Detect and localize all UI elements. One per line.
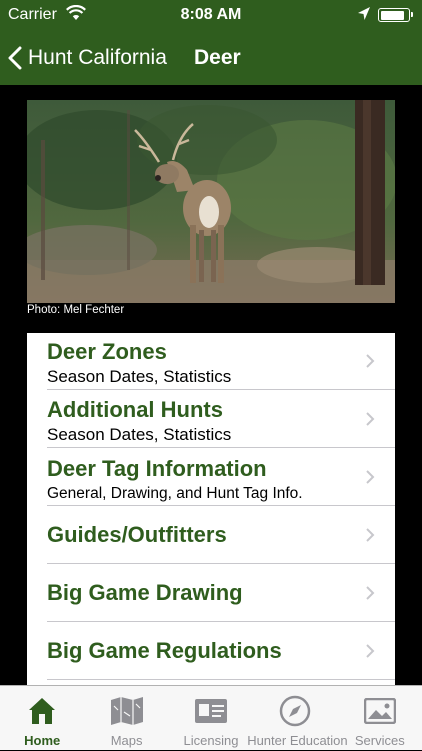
tab-services[interactable]: Services [338,686,422,751]
tab-label: Licensing [183,733,239,748]
menu-item-subtitle: Season Dates, Statistics [47,425,232,444]
menu-item-title: Big Game Regulations [47,638,282,663]
tab-hunter-education[interactable]: Hunter Education [247,686,348,751]
chevron-left-icon [8,46,22,70]
location-arrow-icon [358,7,370,26]
tab-label: Maps [110,733,143,748]
menu-item-title: Deer Tag Information [47,456,267,481]
menu-item-subtitle: Season Dates, Statistics [47,367,232,386]
tab-home[interactable]: Home [0,686,84,751]
tab-licensing[interactable]: Licensing [169,686,253,751]
navigation-bar: Hunt California Deer [0,30,422,85]
map-icon [84,694,168,728]
deer-photo [27,100,395,303]
battery-level [380,10,404,20]
tab-maps[interactable]: Maps [84,686,168,751]
menu-item-title: Guides/Outfitters [47,522,227,547]
tab-bar: Home Maps Licensing Hunter Education Ser… [0,685,422,750]
chevron-right-icon [366,470,375,484]
deer-menu-list: Deer Zones Season Dates, Statistics Addi… [27,333,395,685]
menu-item-guides-outfitters[interactable]: Guides/Outfitters [27,506,395,564]
menu-item-title: Deer Zones [47,339,167,364]
menu-item-deer-zones[interactable]: Deer Zones Season Dates, Statistics [27,333,395,390]
battery-nub [411,12,413,17]
menu-item-deer-tag-information[interactable]: Deer Tag Information General, Drawing, a… [27,448,395,506]
chevron-right-icon [366,586,375,600]
menu-item-title: Big Game Drawing [47,580,243,605]
divider [47,679,395,680]
back-button[interactable]: Hunt California [8,30,167,85]
chevron-right-icon [366,354,375,368]
tab-label: Hunter Education [247,733,348,748]
tab-label: Home [24,733,61,748]
tab-label: Services [354,733,405,748]
home-icon [0,694,84,728]
chevron-right-icon [366,528,375,542]
photo-icon [338,694,422,728]
photo-credit: Photo: Mel Fechter [27,304,125,316]
menu-item-additional-hunts[interactable]: Additional Hunts Season Dates, Statistic… [27,390,395,448]
menu-item-subtitle: General, Drawing, and Hunt Tag Info. [47,485,303,502]
menu-item-big-game-regulations[interactable]: Big Game Regulations [27,622,395,680]
back-label: Hunt California [28,45,167,69]
page-title: Deer [194,46,241,69]
compass-icon [253,694,337,728]
status-bar: Carrier 8:08 AM [0,0,422,30]
license-card-icon [169,694,253,728]
chevron-right-icon [366,412,375,426]
menu-item-title: Additional Hunts [47,397,223,422]
chevron-right-icon [366,644,375,658]
battery-icon [378,8,413,22]
menu-item-big-game-drawing[interactable]: Big Game Drawing [27,564,395,622]
